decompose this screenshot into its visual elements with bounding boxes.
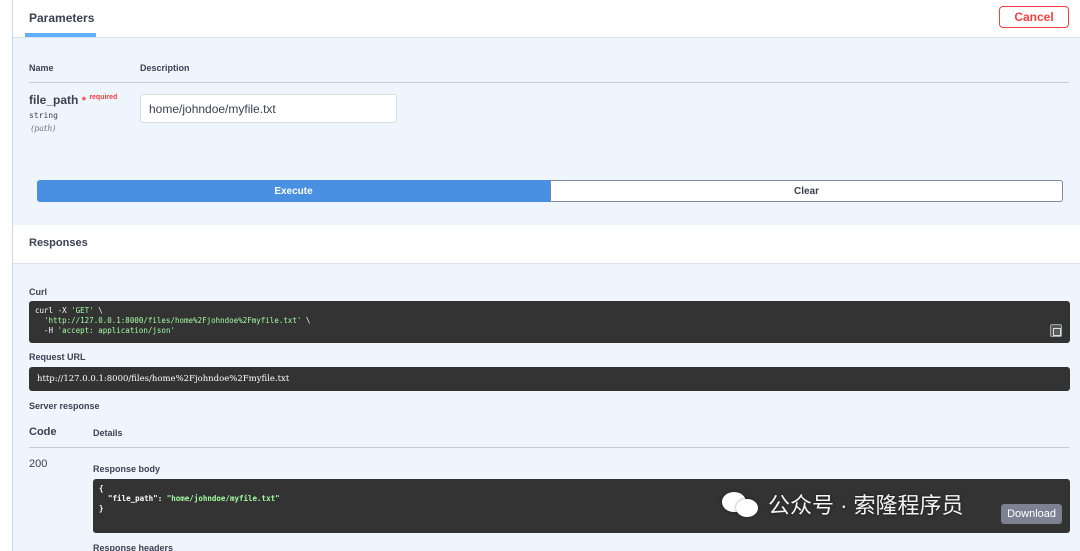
json-line: "file_path": "home/johndoe/myfile.txt"	[99, 494, 1064, 504]
curl-line-3: -H 'accept: application/json'	[35, 326, 1064, 336]
curl-code-block[interactable]: curl -X 'GET' \ 'http://127.0.0.1:8000/f…	[29, 301, 1070, 343]
curl-url: 'http://127.0.0.1:8000/files/home%2Fjohn…	[44, 316, 302, 325]
required-label: required	[89, 94, 118, 101]
details-column-header: Details	[93, 428, 123, 438]
curl-line-2: 'http://127.0.0.1:8000/files/home%2Fjohn…	[35, 316, 1064, 326]
server-response-label: Server response	[29, 401, 100, 411]
curl-label: Curl	[29, 287, 47, 297]
curl-line-end: \	[93, 306, 103, 315]
operation-panel: Parameters Cancel Name Description file_…	[12, 0, 1080, 551]
response-body-label: Response body	[93, 464, 161, 474]
curl-header: 'accept: application/json'	[57, 326, 175, 335]
download-button[interactable]: Download	[1001, 504, 1062, 524]
status-code: 200	[29, 458, 48, 470]
response-headers-label: Response headers	[93, 543, 174, 551]
curl-cmd: curl -X	[35, 306, 72, 315]
required-star: *	[81, 95, 86, 107]
request-url-value: http://127.0.0.1:8000/files/home%2Fjohnd…	[29, 367, 1070, 391]
responses-title: Responses	[29, 237, 88, 249]
json-colon: :	[157, 494, 167, 503]
param-type: string	[29, 111, 58, 120]
json-open: {	[99, 484, 104, 493]
column-header-name: Name	[29, 63, 54, 73]
param-name: file_path * required	[29, 93, 117, 107]
copy-icon[interactable]	[1050, 324, 1062, 337]
parameters-header: Parameters Cancel	[13, 0, 1080, 38]
cancel-button[interactable]: Cancel	[999, 6, 1069, 28]
curl-line-1: curl -X 'GET' \	[35, 306, 1064, 316]
code-column-header: Code	[29, 426, 57, 438]
param-location: (path)	[31, 124, 56, 133]
param-name-text: file_path	[29, 93, 79, 107]
parameters-section: Name Description file_path * required st…	[13, 38, 1080, 225]
json-key: "file_path"	[108, 494, 158, 503]
response-body-block[interactable]: { "file_path": "home/johndoe/myfile.txt"…	[93, 479, 1070, 533]
column-divider	[29, 82, 1069, 83]
responses-header: Responses	[13, 225, 1080, 264]
parameters-tab-underline	[25, 33, 96, 37]
curl-method: 'GET'	[71, 306, 94, 315]
json-value: "home/johndoe/myfile.txt"	[166, 494, 280, 503]
curl-flag: -H	[35, 326, 58, 335]
curl-line-end: \	[301, 316, 311, 325]
clear-button[interactable]: Clear	[550, 180, 1063, 202]
file-path-input[interactable]	[140, 94, 397, 123]
responses-section: Curl curl -X 'GET' \ 'http://127.0.0.1:8…	[13, 264, 1080, 551]
request-url-label: Request URL	[29, 352, 86, 362]
execute-button[interactable]: Execute	[37, 180, 550, 202]
json-close: }	[99, 504, 104, 513]
parameters-tab[interactable]: Parameters	[29, 11, 94, 25]
response-table-divider	[29, 447, 1069, 448]
column-header-description: Description	[140, 63, 190, 73]
